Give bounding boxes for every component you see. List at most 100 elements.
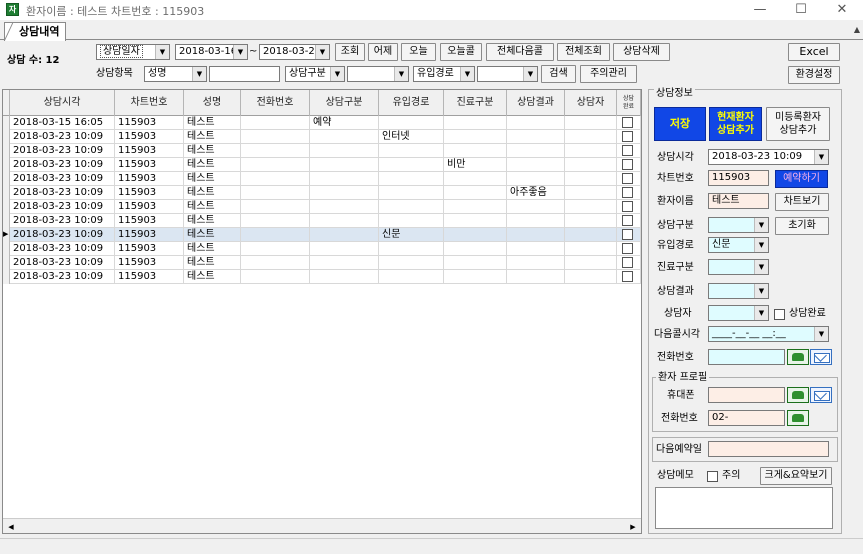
caution-checkbox[interactable] [707,471,718,482]
mail-icon[interactable] [810,349,832,365]
cell-name[interactable]: 테스트 [184,242,241,256]
col-header-phone[interactable]: 전화번호 [241,90,310,116]
cell-care[interactable] [444,214,507,228]
today-button[interactable]: 오늘 [401,43,436,61]
row-selector[interactable] [3,200,10,214]
cell-chart[interactable]: 115903 [115,270,184,284]
cell-chart[interactable]: 115903 [115,214,184,228]
delete-consult-button[interactable]: 상담삭제 [613,43,670,61]
excel-button[interactable]: Excel [788,43,840,61]
cell-phone[interactable] [241,144,310,158]
done-checkbox[interactable] [622,243,633,254]
cell-counselor[interactable] [565,130,617,144]
cell-care[interactable] [444,200,507,214]
cell-inflow[interactable] [379,270,444,284]
cell-inflow[interactable]: 인터넷 [379,130,444,144]
cell-inflow[interactable] [379,200,444,214]
table-row[interactable]: 2018-03-23 10:09 115903 테스트 아주좋음 [3,186,641,200]
cell-counselor[interactable] [565,200,617,214]
consult-type-label-select[interactable]: 상담구분 ▼ [285,66,345,82]
date-field-select[interactable]: 상담일자 ▼ [96,44,170,60]
cell-care[interactable] [444,228,507,242]
chevron-right-icon[interactable]: ▶ [627,521,639,533]
inflow-select[interactable]: ▼ [477,66,538,82]
save-button[interactable]: 저장 [654,107,706,141]
panel-inflow-select[interactable]: 신문 ▼ [708,237,769,253]
table-row[interactable]: 2018-03-23 10:09 115903 테스트 [3,214,641,228]
find-button[interactable]: 검색 [541,65,576,83]
minimize-icon[interactable]: — [740,0,780,20]
col-header-result[interactable]: 상담결과 [507,90,565,116]
cell-result[interactable] [507,158,565,172]
cell-result[interactable] [507,200,565,214]
cell-inflow[interactable] [379,256,444,270]
table-row[interactable]: 2018-03-23 10:09 115903 테스트 비만 [3,158,641,172]
panel-time-picker[interactable]: 2018-03-23 10:09 ▼ [708,149,829,165]
cell-result[interactable] [507,130,565,144]
date-to-picker[interactable]: 2018-03-23 ▼ [259,44,330,60]
row-selector[interactable] [3,130,10,144]
table-row[interactable]: ▶ 2018-03-23 10:09 115903 테스트 신문 [3,228,641,242]
cell-chart[interactable]: 115903 [115,130,184,144]
date-from-picker[interactable]: 2018-03-16 ▼ [175,44,248,60]
cell-care[interactable] [444,130,507,144]
search-button[interactable]: 조회 [335,43,365,61]
panel-phone-input[interactable] [708,349,785,365]
cell-care[interactable] [444,144,507,158]
consult-item-input[interactable] [209,66,280,82]
today-call-button[interactable]: 오늘콜 [440,43,482,61]
cell-type[interactable] [310,200,379,214]
cell-care[interactable] [444,270,507,284]
summary-view-button[interactable]: 크게&요약보기 [760,467,832,485]
table-row[interactable]: 2018-03-15 16:05 115903 테스트 예약 [3,116,641,130]
cell-name[interactable]: 테스트 [184,158,241,172]
row-selector[interactable] [3,116,10,130]
row-selector[interactable] [3,214,10,228]
cell-name[interactable]: 테스트 [184,270,241,284]
cell-chart[interactable]: 115903 [115,158,184,172]
cell-counselor[interactable] [565,270,617,284]
done-checkbox[interactable] [622,131,633,142]
row-selector[interactable] [3,144,10,158]
row-selector[interactable] [3,158,10,172]
table-row[interactable]: 2018-03-23 10:09 115903 테스트 [3,200,641,214]
cell-inflow[interactable]: 신문 [379,228,444,242]
cell-time[interactable]: 2018-03-23 10:09 [10,256,115,270]
done-checkbox[interactable] [622,229,633,240]
col-header-chart[interactable]: 차트번호 [115,90,184,116]
cell-name[interactable]: 테스트 [184,144,241,158]
phone-icon[interactable] [787,387,809,403]
done-checkbox[interactable] [622,271,633,282]
cell-type[interactable] [310,228,379,242]
add-unregistered-patient-button[interactable]: 미등록환자 상담추가 [766,107,830,141]
table-row[interactable]: 2018-03-23 10:09 115903 테스트 [3,270,641,284]
cell-chart[interactable]: 115903 [115,256,184,270]
cell-phone[interactable] [241,116,310,130]
close-icon[interactable]: ✕ [822,0,862,20]
consult-item-select[interactable]: 성명 ▼ [144,66,207,82]
row-selector[interactable] [3,242,10,256]
col-header-time[interactable]: 상담시각 [10,90,115,116]
cell-type[interactable] [310,158,379,172]
cell-name[interactable]: 테스트 [184,214,241,228]
phone-icon[interactable] [787,349,809,365]
cell-care[interactable] [444,116,507,130]
cell-chart[interactable]: 115903 [115,144,184,158]
cell-chart[interactable]: 115903 [115,228,184,242]
cell-type[interactable] [310,256,379,270]
cell-type[interactable]: 예약 [310,116,379,130]
cell-counselor[interactable] [565,172,617,186]
cell-type[interactable] [310,130,379,144]
cell-name[interactable]: 테스트 [184,200,241,214]
cell-time[interactable]: 2018-03-23 10:09 [10,130,115,144]
cell-result[interactable] [507,172,565,186]
panel-type-select[interactable]: ▼ [708,217,769,233]
row-selector[interactable] [3,270,10,284]
cell-inflow[interactable] [379,116,444,130]
cell-care[interactable] [444,172,507,186]
cell-time[interactable]: 2018-03-15 16:05 [10,116,115,130]
mail-icon[interactable] [810,387,832,403]
cell-type[interactable] [310,214,379,228]
panel-name-input[interactable]: 테스트 [708,193,769,209]
inflow-label-select[interactable]: 유입경로 ▼ [413,66,475,82]
